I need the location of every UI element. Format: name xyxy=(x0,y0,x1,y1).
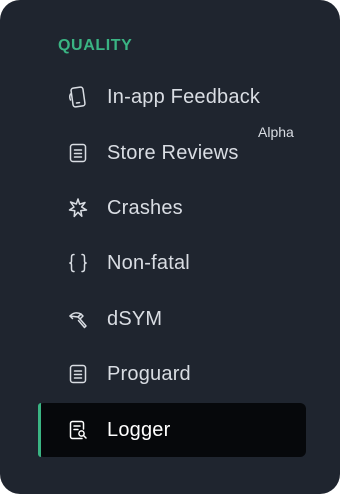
document-icon xyxy=(66,141,90,165)
alpha-badge: Alpha xyxy=(258,124,294,140)
phone-icon xyxy=(66,85,90,109)
nav-item-store-reviews[interactable]: Store Reviews Alpha xyxy=(38,124,306,180)
nav-item-logger[interactable]: Logger xyxy=(38,403,306,457)
nav-item-label: In-app Feedback xyxy=(107,85,261,108)
sidebar-panel: QUALITY In-app Feedback Store Reviews Al… xyxy=(0,0,340,494)
nav-item-label: Crashes xyxy=(107,196,183,219)
nav-item-label: dSYM xyxy=(107,307,163,330)
nav-item-proguard[interactable]: Proguard xyxy=(38,347,306,401)
section-heading: QUALITY xyxy=(58,37,133,54)
nav-item-label: Store Reviews xyxy=(107,141,239,164)
braces-icon xyxy=(66,251,90,275)
nav-item-label: Proguard xyxy=(107,362,191,385)
logger-icon xyxy=(66,418,90,442)
nav-item-label: Logger xyxy=(107,418,171,441)
nav-item-in-app-feedback[interactable]: In-app Feedback xyxy=(38,70,306,124)
burst-icon xyxy=(66,196,90,220)
document-icon xyxy=(66,362,90,386)
nav-item-non-fatal[interactable]: Non-fatal xyxy=(38,236,306,290)
nav-item-label: Non-fatal xyxy=(107,251,190,274)
nav-item-crashes[interactable]: Crashes xyxy=(38,181,306,235)
hammer-icon xyxy=(66,307,90,331)
nav-item-dsym[interactable]: dSYM xyxy=(38,292,306,346)
